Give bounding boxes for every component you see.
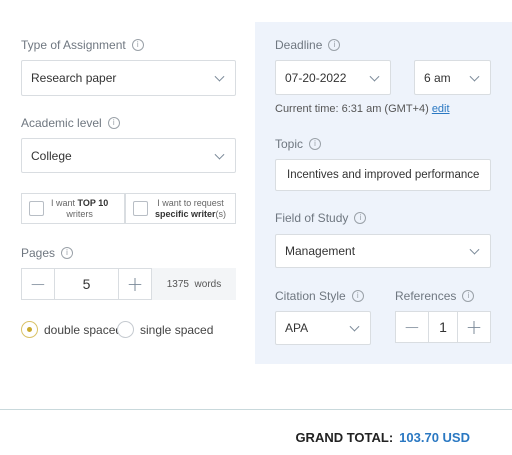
academic-level-label: Academic level i (21, 116, 120, 130)
grand-total: GRAND TOTAL: 103.70 USD (295, 430, 470, 445)
double-spaced-radio[interactable] (21, 321, 38, 338)
assignment-type-value: Research paper (31, 71, 117, 85)
info-icon[interactable]: i (328, 39, 341, 51)
references-label: References i (395, 289, 475, 303)
info-icon[interactable]: i (107, 117, 120, 129)
edit-time-link[interactable]: edit (432, 103, 450, 115)
pages-stepper[interactable]: − 5 + (21, 268, 152, 300)
deadline-date-value: 07-20-2022 (285, 70, 347, 85)
citation-style-label: Citation Style i (275, 289, 364, 303)
chevron-down-icon (369, 71, 380, 82)
pages-input[interactable]: 5 (54, 269, 119, 299)
info-icon[interactable]: i (61, 247, 74, 259)
double-spaced-option[interactable]: double spaced (21, 321, 122, 338)
divider (0, 409, 512, 410)
references-input[interactable]: 1 (428, 312, 458, 342)
deadline-date-select[interactable]: 07-20-2022 (275, 60, 391, 95)
info-icon[interactable]: i (309, 138, 322, 150)
references-decrement-button[interactable]: − (396, 312, 428, 342)
pages-label: Pages i (21, 246, 74, 260)
chevron-down-icon (469, 71, 480, 82)
deadline-time-select[interactable]: 6 am (414, 60, 491, 95)
deadline-time-value: 6 am (424, 70, 451, 85)
specific-writer-text: I want to request specific writer(s) (155, 197, 227, 219)
deadline-label: Deadline i (275, 38, 341, 52)
academic-level-select[interactable]: College (21, 138, 236, 173)
single-spaced-option[interactable]: single spaced (117, 321, 213, 338)
chevron-down-icon (349, 321, 360, 332)
citation-style-value: APA (285, 321, 309, 335)
chevron-down-icon (214, 71, 225, 82)
chevron-down-icon (469, 244, 480, 255)
field-of-study-select[interactable]: Management (275, 234, 491, 268)
topic-input[interactable]: Incentives and improved performance (275, 159, 491, 191)
references-increment-button[interactable]: + (458, 312, 490, 342)
grand-total-label: GRAND TOTAL: (295, 430, 394, 445)
pages-increment-button[interactable]: + (119, 269, 151, 299)
field-of-study-value: Management (285, 244, 356, 258)
info-icon[interactable]: i (354, 212, 367, 224)
info-icon[interactable]: i (351, 290, 364, 302)
info-icon[interactable]: i (131, 39, 144, 51)
top10-writers-text: I want TOP 10 writers (51, 197, 109, 219)
references-stepper[interactable]: − 1 + (395, 311, 491, 343)
field-of-study-label: Field of Study i (275, 211, 367, 225)
current-time: Current time: 6:31 am (GMT+4) edit (275, 103, 450, 115)
academic-level-value: College (31, 148, 72, 163)
grand-total-amount: 103.70 USD (399, 430, 470, 445)
single-spaced-radio[interactable] (117, 321, 134, 338)
chevron-down-icon (214, 149, 225, 160)
specific-writer-checkbox[interactable] (133, 201, 148, 216)
word-count: 1375 words (152, 268, 236, 300)
citation-style-select[interactable]: APA (275, 311, 371, 345)
info-icon[interactable]: i (462, 290, 475, 302)
topic-label: Topic i (275, 137, 322, 151)
top10-writers-option[interactable]: I want TOP 10 writers (21, 193, 125, 224)
top10-writers-checkbox[interactable] (29, 201, 44, 216)
assignment-type-select[interactable]: Research paper (21, 60, 236, 96)
specific-writer-option[interactable]: I want to request specific writer(s) (125, 193, 236, 224)
pages-decrement-button[interactable]: − (22, 269, 54, 299)
assignment-type-label: Type of Assignment i (21, 38, 144, 52)
topic-value: Incentives and improved performance (287, 169, 480, 181)
